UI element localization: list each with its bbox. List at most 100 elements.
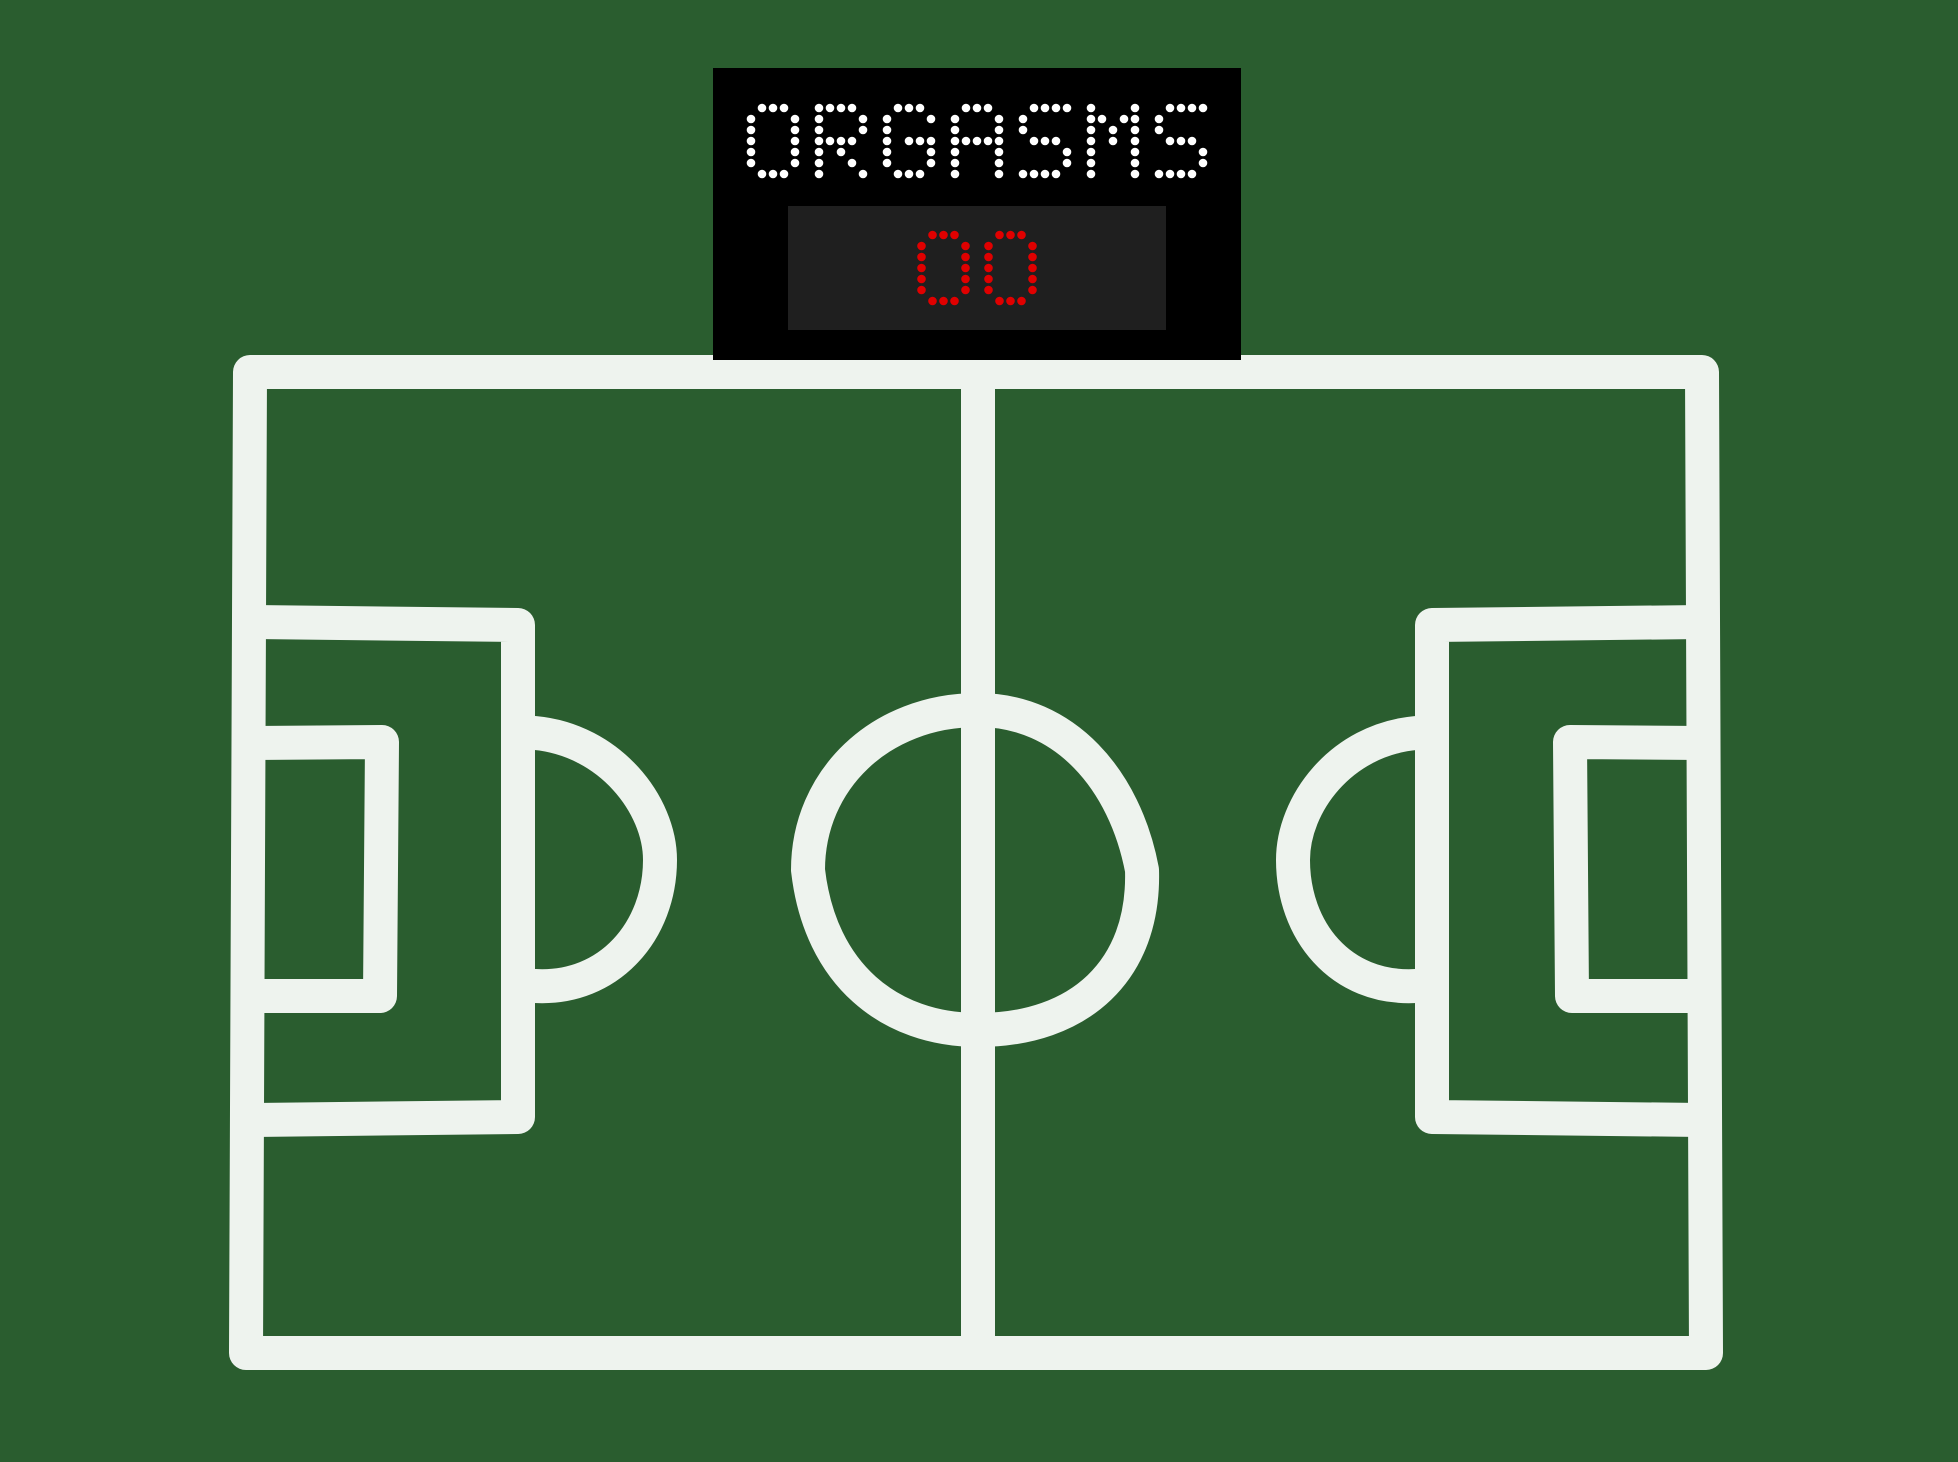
matrix-dot <box>1029 169 1039 179</box>
matrix-dot <box>950 125 960 135</box>
matrix-dot <box>1006 296 1015 306</box>
matrix-dot <box>779 169 789 179</box>
matrix-dot <box>928 296 937 306</box>
matrix-dot <box>939 296 948 306</box>
matrix-dot <box>904 169 914 179</box>
matrix-dot <box>1165 103 1175 113</box>
matrix-dot <box>1051 103 1061 113</box>
matrix-dot <box>950 169 960 179</box>
matrix-dot <box>994 158 1004 168</box>
matrix-dot <box>882 114 892 124</box>
matrix-dot <box>1028 263 1037 273</box>
matrix-dot <box>814 136 824 146</box>
matrix-dot <box>836 136 846 146</box>
score-panel: 00 <box>788 206 1166 330</box>
matrix-dot <box>882 147 892 157</box>
matrix-dot <box>1130 125 1140 135</box>
matrix-dot <box>915 136 925 146</box>
left-goal-box <box>233 725 399 1013</box>
matrix-dot <box>961 252 970 262</box>
matrix-dot <box>915 169 925 179</box>
matrix-dot <box>746 125 756 135</box>
matrix-dot <box>1051 136 1061 146</box>
matrix-dot <box>984 274 993 284</box>
matrix-dot <box>858 114 868 124</box>
matrix-dot <box>950 136 960 146</box>
matrix-dot <box>1154 114 1164 124</box>
matrix-dot <box>1130 114 1140 124</box>
matrix-dot <box>1086 125 1096 135</box>
matrix-dot <box>926 136 936 146</box>
matrix-dot <box>1018 114 1028 124</box>
matrix-dot <box>1017 230 1026 240</box>
matrix-dot <box>1187 103 1197 113</box>
matrix-dot <box>757 103 767 113</box>
matrix-dot <box>926 147 936 157</box>
matrix-dot <box>1165 136 1175 146</box>
matrix-dot <box>858 169 868 179</box>
matrix-dot <box>917 252 926 262</box>
matrix-dot <box>950 230 959 240</box>
matrix-dot <box>994 147 1004 157</box>
right-penalty-arc <box>1276 716 1433 1004</box>
matrix-dot <box>1040 103 1050 113</box>
matrix-dot <box>858 125 868 135</box>
matrix-dot <box>1018 125 1028 135</box>
matrix-dot <box>1176 169 1186 179</box>
matrix-dot <box>836 147 846 157</box>
matrix-dot <box>1130 136 1140 146</box>
scoreboard-title <box>746 103 1208 179</box>
matrix-dot <box>847 103 857 113</box>
matrix-dot <box>825 103 835 113</box>
matrix-dot <box>1130 169 1140 179</box>
matrix-dot <box>1086 147 1096 157</box>
matrix-dot <box>1062 147 1072 157</box>
matrix-dot <box>961 103 971 113</box>
matrix-dot <box>814 158 824 168</box>
matrix-dot <box>1176 136 1186 146</box>
matrix-dot <box>768 103 778 113</box>
matrix-dot <box>994 136 1004 146</box>
matrix-dot <box>1198 147 1208 157</box>
matrix-dot <box>1028 285 1037 295</box>
matrix-dot <box>917 285 926 295</box>
matrix-dot <box>1097 114 1107 124</box>
game-screen: ORGASMS 00 <box>0 0 1958 1462</box>
matrix-dot <box>983 103 993 113</box>
matrix-dot <box>984 285 993 295</box>
matrix-dot <box>1086 136 1096 146</box>
matrix-dot <box>1040 169 1050 179</box>
matrix-dot <box>1086 169 1096 179</box>
matrix-dot <box>995 230 1004 240</box>
matrix-dot <box>790 158 800 168</box>
matrix-dot <box>882 136 892 146</box>
scoreboard-label: ORGASMS <box>713 68 714 69</box>
scoreboard: ORGASMS 00 <box>713 68 1241 360</box>
matrix-dot <box>1018 169 1028 179</box>
matrix-dot <box>1130 103 1140 113</box>
matrix-dot <box>1165 169 1175 179</box>
matrix-dot <box>1108 136 1118 146</box>
matrix-dot <box>961 263 970 273</box>
matrix-dot <box>904 103 914 113</box>
matrix-dot <box>950 147 960 157</box>
matrix-dot <box>984 252 993 262</box>
matrix-dot <box>961 241 970 251</box>
matrix-dot <box>1062 103 1072 113</box>
matrix-dot <box>994 169 1004 179</box>
matrix-dot <box>814 103 824 113</box>
matrix-dot <box>1086 114 1096 124</box>
matrix-dot <box>917 263 926 273</box>
matrix-dot <box>926 158 936 168</box>
matrix-dot <box>1029 136 1039 146</box>
matrix-dot <box>1108 125 1118 135</box>
matrix-dot <box>1006 230 1015 240</box>
matrix-dot <box>1198 158 1208 168</box>
matrix-dot <box>1028 274 1037 284</box>
matrix-dot <box>1187 169 1197 179</box>
matrix-dot <box>1028 241 1037 251</box>
matrix-dot <box>790 147 800 157</box>
matrix-dot <box>1119 114 1129 124</box>
matrix-dot <box>790 125 800 135</box>
matrix-dot <box>1028 252 1037 262</box>
